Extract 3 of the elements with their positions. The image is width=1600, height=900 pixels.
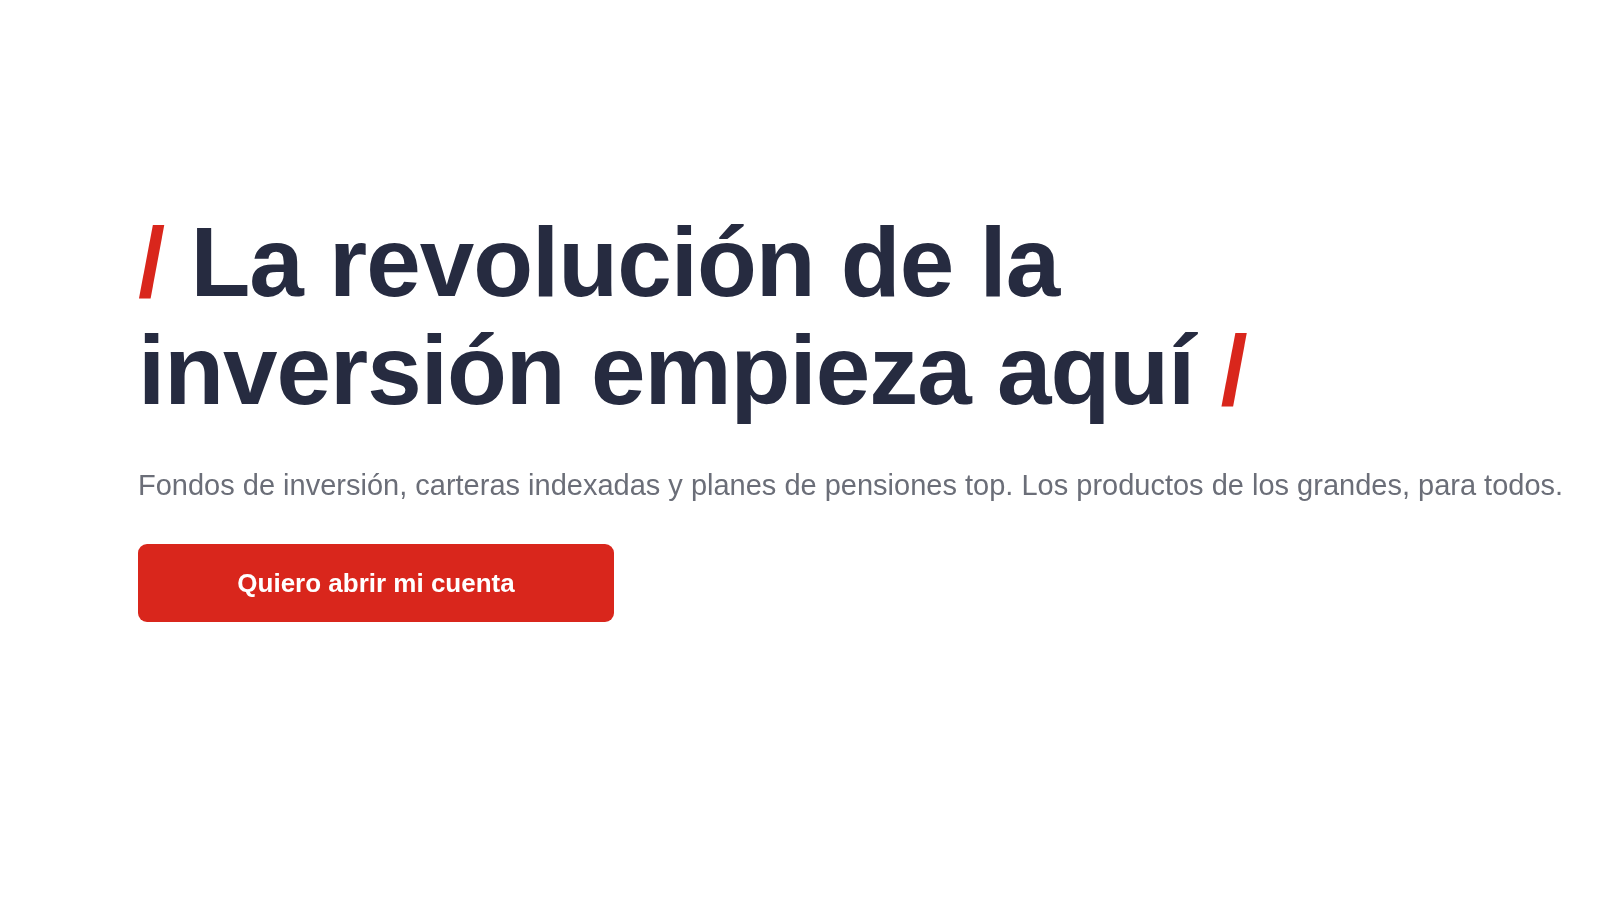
open-account-button[interactable]: Quiero abrir mi cuenta [138, 544, 614, 622]
hero-headline: / La revolución de la inversión empieza aquí / [138, 208, 1248, 424]
hero-subtitle: Fondos de inversión, carteras indexadas y planes de pensiones top. Los productos de los grandes, para todos. [138, 468, 1565, 503]
